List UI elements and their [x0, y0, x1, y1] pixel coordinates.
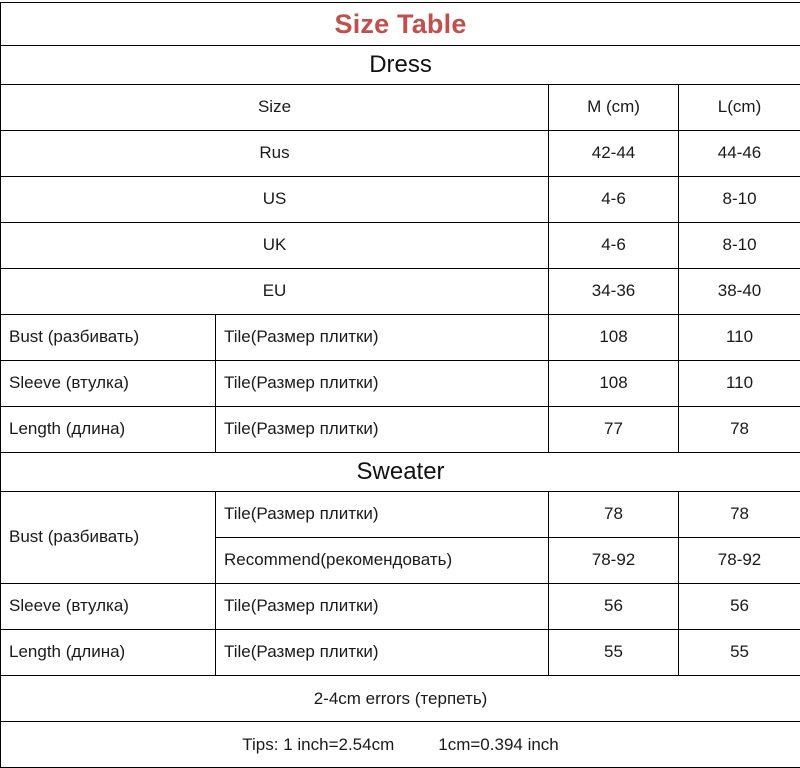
measure-l: 55: [679, 630, 800, 676]
section-header-dress: Dress: [1, 46, 800, 85]
table-row: Size M (cm) L(cm): [1, 85, 800, 131]
measure-label: Length (длина): [1, 407, 216, 453]
table-row: US 4-6 8-10: [1, 177, 800, 223]
size-row-label: UK: [1, 223, 549, 269]
footer-errors-row: 2-4cm errors (терпеть): [1, 676, 800, 722]
size-row-m: 42-44: [549, 131, 679, 177]
size-row-l: 8-10: [679, 223, 800, 269]
footer-tips-right: 1cm=0.394 inch: [438, 735, 559, 754]
measure-l: 78-92: [679, 538, 800, 584]
section-header-sweater-cell: Sweater: [1, 453, 800, 492]
measure-l: 110: [679, 361, 800, 407]
size-row-l: L(cm): [679, 85, 800, 131]
table-row: EU 34-36 38-40: [1, 269, 800, 315]
measure-label: Bust (разбивать): [1, 315, 216, 361]
measure-label: Sleeve (втулка): [1, 584, 216, 630]
table-row: Sleeve (втулка) Tile(Размер плитки) 108 …: [1, 361, 800, 407]
measure-l: 110: [679, 315, 800, 361]
measure-m: 78-92: [549, 538, 679, 584]
footer-tips-row: Tips: 1 inch=2.54cm 1cm=0.394 inch: [1, 722, 800, 768]
footer-errors-text: 2-4cm errors (терпеть): [9, 677, 792, 720]
section-header-sweater: Sweater: [1, 453, 800, 492]
table-row: Length (длина) Tile(Размер плитки) 77 78: [1, 407, 800, 453]
size-table-container: Size Table Dress Size M (cm) L(cm) Rus 4…: [0, 0, 800, 760]
section-title-dress: Dress: [9, 47, 792, 83]
footer-tips-left: Tips: 1 inch=2.54cm: [242, 735, 394, 754]
sweater-bust-label: Bust (разбивать): [1, 492, 216, 584]
size-row-label: Size: [1, 85, 549, 131]
measure-type: Tile(Размер плитки): [216, 315, 549, 361]
measure-m: 108: [549, 361, 679, 407]
measure-l: 78: [679, 492, 800, 538]
measure-l: 78: [679, 407, 800, 453]
size-row-label: US: [1, 177, 549, 223]
title-cell: Size Table: [1, 3, 800, 46]
table-row: Length (длина) Tile(Размер плитки) 55 55: [1, 630, 800, 676]
table-row: UK 4-6 8-10: [1, 223, 800, 269]
measure-type: Tile(Размер плитки): [216, 630, 549, 676]
table-row: Rus 42-44 44-46: [1, 131, 800, 177]
section-title-sweater: Sweater: [9, 454, 792, 490]
measure-m: 108: [549, 315, 679, 361]
size-row-label: Rus: [1, 131, 549, 177]
size-row-label: EU: [1, 269, 549, 315]
table-row: Bust (разбивать) Tile(Размер плитки) 108…: [1, 315, 800, 361]
table-row: Bust (разбивать) Tile(Размер плитки) 78 …: [1, 492, 800, 538]
measure-m: 78: [549, 492, 679, 538]
footer-tips-cell: Tips: 1 inch=2.54cm 1cm=0.394 inch: [1, 722, 800, 768]
measure-type: Recommend(рекомендовать): [216, 538, 549, 584]
size-row-l: 38-40: [679, 269, 800, 315]
measure-label: Sleeve (втулка): [1, 361, 216, 407]
size-table: Size Table Dress Size M (cm) L(cm) Rus 4…: [0, 2, 800, 768]
measure-l: 56: [679, 584, 800, 630]
measure-m: 56: [549, 584, 679, 630]
footer-errors-cell: 2-4cm errors (терпеть): [1, 676, 800, 722]
size-row-m: 34-36: [549, 269, 679, 315]
size-row-l: 44-46: [679, 131, 800, 177]
table-row: Sleeve (втулка) Tile(Размер плитки) 56 5…: [1, 584, 800, 630]
size-row-m: 4-6: [549, 177, 679, 223]
measure-type: Tile(Размер плитки): [216, 407, 549, 453]
measure-m: 77: [549, 407, 679, 453]
measure-type: Tile(Размер плитки): [216, 584, 549, 630]
measure-type: Tile(Размер плитки): [216, 361, 549, 407]
size-row-l: 8-10: [679, 177, 800, 223]
page-title: Size Table: [9, 4, 792, 44]
measure-label: Length (длина): [1, 630, 216, 676]
title-row: Size Table: [1, 3, 800, 46]
section-header-dress-cell: Dress: [1, 46, 800, 85]
measure-type: Tile(Размер плитки): [216, 492, 549, 538]
measure-m: 55: [549, 630, 679, 676]
size-row-m: 4-6: [549, 223, 679, 269]
size-row-m: M (cm): [549, 85, 679, 131]
